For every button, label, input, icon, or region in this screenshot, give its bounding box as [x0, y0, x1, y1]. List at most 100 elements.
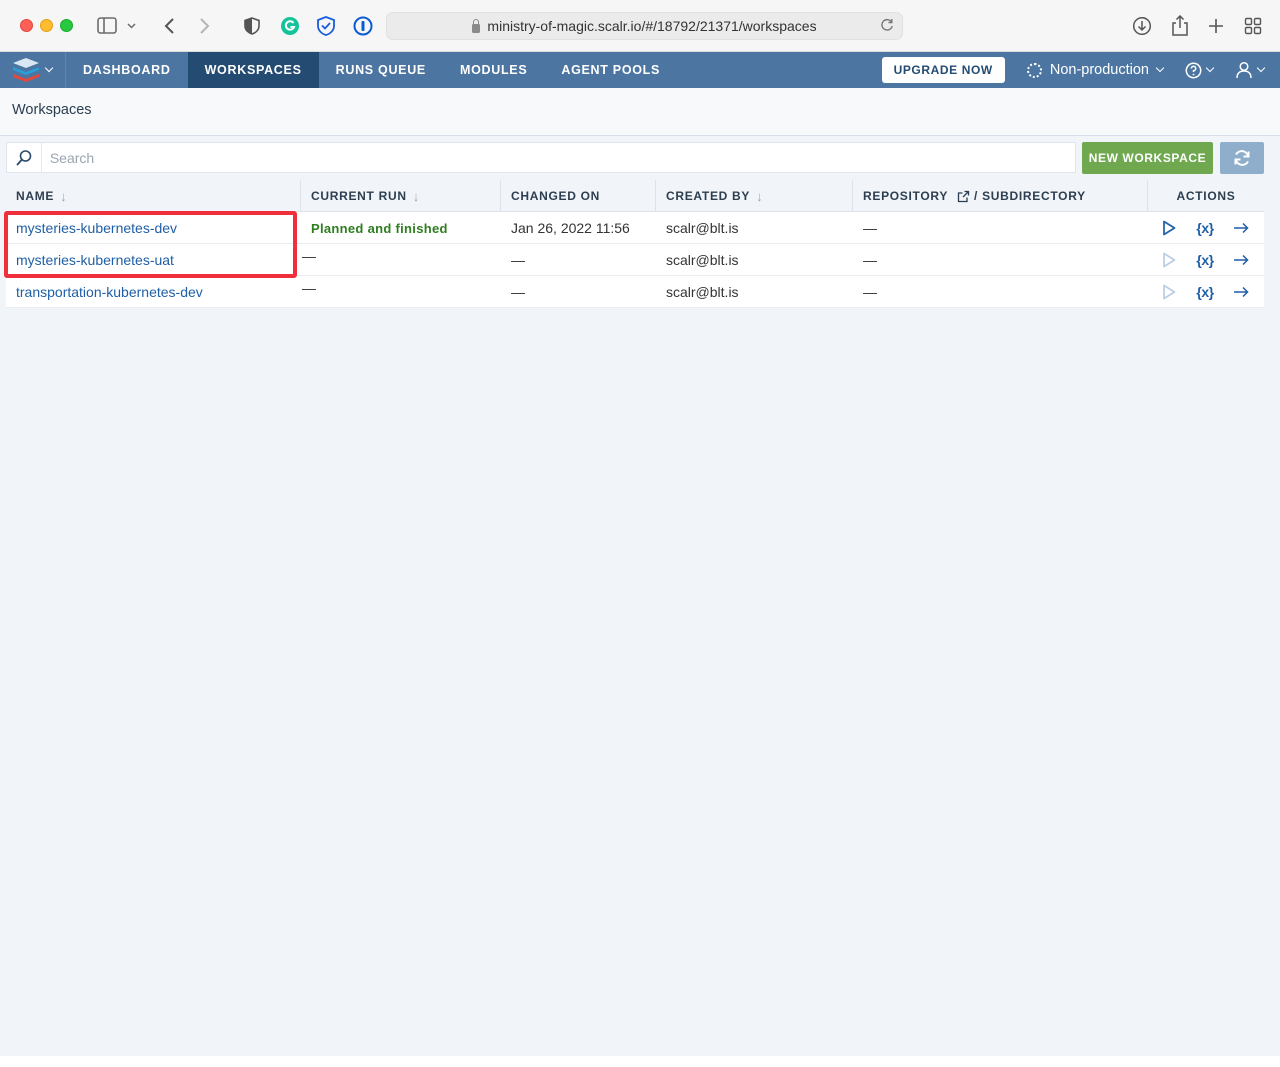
column-actions-header: ACTIONS	[1147, 180, 1264, 212]
sort-arrow-icon: ↓	[756, 188, 764, 204]
minimize-window-button[interactable]	[40, 19, 53, 32]
external-link-icon	[957, 190, 970, 202]
share-icon[interactable]	[1169, 14, 1191, 38]
chevron-down-icon	[1155, 63, 1165, 73]
zoom-window-button[interactable]	[60, 19, 73, 32]
column-created-by-label: CREATED BY	[666, 189, 751, 203]
nav-workspaces[interactable]: WORKSPACES	[187, 52, 319, 88]
open-workspace-button[interactable]	[1223, 276, 1259, 308]
search-box	[6, 142, 1076, 173]
upgrade-now-button[interactable]: UPGRADE NOW	[881, 57, 1005, 83]
chevron-down-icon	[1256, 63, 1266, 73]
variables-icon: {x}	[1196, 252, 1214, 268]
variables-button[interactable]: {x}	[1187, 276, 1223, 308]
current-run-value: —	[302, 280, 316, 296]
play-icon	[1163, 220, 1176, 236]
refresh-button[interactable]	[1220, 142, 1264, 174]
table-header: NAME ↓ CURRENT RUN ↓ CHANGED ON CREATED …	[6, 180, 1264, 212]
row-actions: {x}	[1151, 212, 1259, 244]
table-row: mysteries-kubernetes-uat — — scalr@blt.i…	[6, 244, 1264, 276]
repository-value: —	[863, 220, 877, 236]
environment-switcher[interactable]: Non-production	[1026, 62, 1165, 78]
downloads-icon[interactable]	[1131, 14, 1153, 38]
open-workspace-button[interactable]	[1223, 244, 1259, 276]
workspace-name-link[interactable]: transportation-kubernetes-dev	[6, 276, 203, 308]
variables-icon: {x}	[1196, 284, 1214, 300]
scalr-logo-icon	[13, 58, 39, 82]
environment-label: Non-production	[1049, 62, 1149, 78]
tab-overview-icon[interactable]	[1242, 14, 1264, 38]
page-header: Workspaces	[0, 88, 1280, 136]
url-text: ministry-of-magic.scalr.io/#/18792/21371…	[487, 18, 817, 34]
grammarly-extension-icon[interactable]	[279, 14, 301, 38]
column-changed-on-header[interactable]: CHANGED ON	[500, 180, 655, 212]
arrow-right-icon	[1234, 286, 1249, 298]
nav-runs-queue[interactable]: RUNS QUEUE	[319, 52, 443, 88]
workspace-name-link[interactable]: mysteries-kubernetes-dev	[6, 212, 177, 244]
help-menu[interactable]	[1185, 62, 1215, 79]
variables-icon: {x}	[1196, 220, 1214, 236]
scalr-logo-menu[interactable]	[0, 52, 66, 88]
created-by-value: scalr@blt.is	[666, 252, 739, 268]
refresh-icon	[1234, 150, 1250, 166]
user-icon	[1236, 61, 1252, 79]
search-icon	[7, 143, 42, 172]
current-run-status[interactable]: Planned and finished	[311, 212, 448, 244]
search-input[interactable]	[41, 149, 1075, 166]
created-by-value: scalr@blt.is	[666, 284, 739, 300]
browser-toolbar: ministry-of-magic.scalr.io/#/18792/21371…	[0, 0, 1280, 52]
bitwarden-extension-icon[interactable]	[315, 14, 337, 38]
lock-icon	[472, 18, 481, 33]
changed-on-value: —	[511, 284, 525, 300]
main-nav: DASHBOARD WORKSPACES RUNS QUEUE MODULES …	[0, 52, 1280, 88]
column-current-run-label: CURRENT RUN	[311, 189, 407, 203]
column-repository-header: REPOSITORY / SUBDIRECTORY	[852, 180, 1147, 212]
nav-agent-pools[interactable]: AGENT POOLS	[544, 52, 677, 88]
column-actions-label: ACTIONS	[1176, 189, 1236, 203]
user-menu[interactable]	[1235, 61, 1266, 79]
sort-arrow-icon: ↓	[412, 188, 420, 204]
variables-button[interactable]: {x}	[1187, 212, 1223, 244]
privacy-shield-icon[interactable]	[242, 14, 262, 38]
column-name-label: NAME	[16, 189, 55, 203]
help-icon	[1185, 62, 1202, 78]
open-workspace-button[interactable]	[1223, 212, 1259, 244]
new-workspace-button[interactable]: NEW WORKSPACE	[1082, 142, 1213, 174]
logo-chevron-down-icon	[44, 63, 54, 73]
created-by-value: scalr@blt.is	[666, 220, 739, 236]
table-row: mysteries-kubernetes-dev Planned and fin…	[6, 212, 1264, 244]
close-window-button[interactable]	[20, 19, 33, 32]
column-created-by-header[interactable]: CREATED BY ↓	[655, 180, 852, 212]
run-button-disabled[interactable]	[1151, 244, 1187, 276]
sidebar-toggle-icon[interactable]	[96, 14, 136, 38]
workspace-name-link[interactable]: mysteries-kubernetes-uat	[6, 244, 174, 276]
current-run-value: —	[302, 248, 316, 264]
forward-icon[interactable]	[196, 14, 214, 38]
changed-on-value: Jan 26, 2022 11:56	[511, 220, 630, 236]
address-bar[interactable]: ministry-of-magic.scalr.io/#/18792/21371…	[386, 12, 903, 40]
page-title: Workspaces	[12, 102, 92, 118]
row-actions: {x}	[1151, 276, 1259, 308]
variables-button[interactable]: {x}	[1187, 244, 1223, 276]
repository-value: —	[863, 252, 877, 268]
nav-dashboard[interactable]: DASHBOARD	[66, 52, 188, 88]
column-subdirectory-label: / SUBDIRECTORY	[974, 189, 1086, 203]
row-actions: {x}	[1151, 244, 1259, 276]
new-tab-icon[interactable]	[1205, 14, 1227, 38]
run-button[interactable]	[1151, 212, 1187, 244]
column-repository-label: REPOSITORY	[863, 189, 949, 203]
column-current-run-header[interactable]: CURRENT RUN ↓	[300, 180, 500, 212]
back-icon[interactable]	[160, 14, 178, 38]
onepassword-extension-icon[interactable]	[352, 14, 374, 38]
play-icon	[1163, 252, 1176, 268]
arrow-right-icon	[1234, 222, 1249, 234]
nav-modules[interactable]: MODULES	[443, 52, 544, 88]
window-bottom-edge	[0, 1056, 1280, 1067]
changed-on-value: —	[511, 252, 525, 268]
column-name-header[interactable]: NAME ↓	[6, 180, 300, 212]
reload-icon[interactable]	[880, 18, 894, 35]
run-button-disabled[interactable]	[1151, 276, 1187, 308]
table-row: transportation-kubernetes-dev — — scalr@…	[6, 276, 1264, 308]
chevron-down-icon	[1205, 63, 1215, 73]
workspaces-table: NAME ↓ CURRENT RUN ↓ CHANGED ON CREATED …	[6, 180, 1264, 308]
